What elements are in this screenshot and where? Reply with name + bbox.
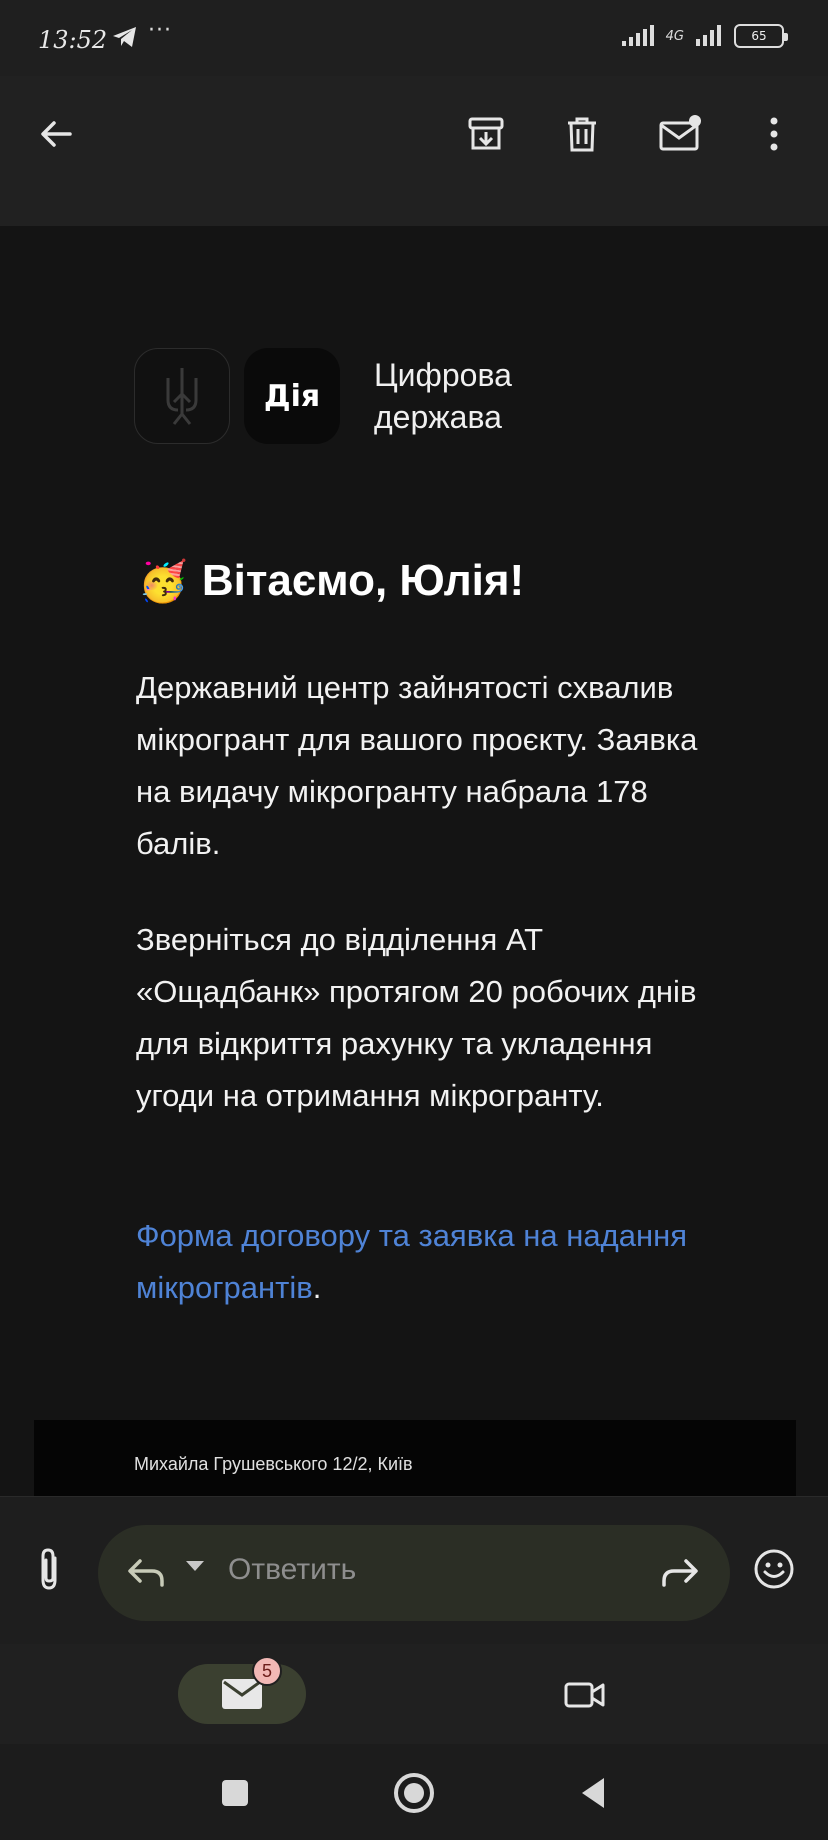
link-suffix: . — [312, 1270, 322, 1305]
email-footer: Михайла Грушевського 12/2, Київ — [34, 1420, 796, 1504]
more-vert-icon — [770, 117, 778, 151]
square-icon — [222, 1780, 248, 1806]
circle-icon — [394, 1773, 434, 1813]
status-indicators: 4G 65 — [620, 24, 788, 48]
unread-badge: 5 — [252, 1656, 282, 1686]
system-navigation — [0, 1744, 828, 1840]
archive-button[interactable] — [458, 106, 514, 162]
reply-bar: Ответить — [0, 1496, 828, 1644]
greeting-text: Вітаємо, Юлія! — [201, 556, 525, 605]
trident-logo — [134, 348, 230, 444]
top-app-bar — [0, 76, 828, 226]
status-time: 13:52 — [38, 26, 108, 54]
more-options-button[interactable] — [746, 106, 802, 162]
email-header-logos: Дія Цифрова держава — [134, 346, 554, 446]
battery-level: 65 — [751, 29, 767, 43]
triangle-back-icon — [582, 1778, 604, 1808]
chevron-down-icon[interactable] — [186, 1561, 204, 1571]
network-type-label: 4G — [665, 28, 684, 44]
forward-icon[interactable] — [660, 1553, 700, 1597]
status-bar: 13:52 ··· 4G 65 — [0, 0, 828, 76]
reply-icon[interactable] — [126, 1553, 166, 1597]
smiley-icon — [754, 1549, 794, 1589]
delete-button[interactable] — [554, 106, 610, 162]
signal-icon — [621, 25, 654, 46]
bottom-navigation: 5 — [0, 1644, 828, 1744]
reply-placeholder: Ответить — [228, 1553, 357, 1586]
footer-address: Михайла Грушевського 12/2, Київ — [134, 1454, 413, 1474]
meet-tab[interactable] — [560, 1670, 610, 1720]
microgrant-form-link[interactable]: Форма договору та заявка на надання мікр… — [136, 1218, 687, 1305]
arrow-left-icon — [41, 121, 72, 147]
emoji-button[interactable] — [746, 1541, 802, 1597]
more-notifications-icon: ··· — [148, 18, 172, 43]
recents-button[interactable] — [210, 1768, 260, 1818]
mail-unread-icon — [659, 115, 701, 151]
signal-2-icon — [696, 25, 721, 46]
party-face-icon: 🥳 — [138, 559, 188, 604]
email-paragraph-2: Зверніться до відділення АТ «Ощадбанк» п… — [136, 922, 697, 1113]
mail-tab[interactable]: 5 — [178, 1656, 306, 1724]
video-camera-icon — [564, 1682, 605, 1708]
back-button[interactable] — [28, 106, 84, 162]
diia-logo: Дія — [244, 348, 340, 444]
reply-field[interactable]: Ответить — [98, 1525, 730, 1621]
home-button[interactable] — [389, 1768, 439, 1818]
trident-icon — [166, 368, 198, 425]
email-greeting: 🥳 Вітаємо, Юлія! — [138, 556, 524, 606]
mark-unread-button[interactable] — [652, 106, 708, 162]
back-nav-button[interactable] — [568, 1768, 618, 1818]
link-block: Форма договору та заявка на надання мікр… — [136, 1210, 716, 1314]
attach-button[interactable] — [26, 1541, 72, 1597]
battery-icon: 65 — [734, 24, 788, 48]
trash-icon — [568, 117, 596, 152]
email-paragraph-1: Державний центр зайнятості схвалив мікро… — [136, 670, 698, 861]
paperclip-icon — [41, 1548, 57, 1590]
email-body: Дія Цифрова держава 🥳 Вітаємо, Юлія! Дер… — [0, 226, 828, 1504]
telegram-icon — [112, 26, 138, 52]
brand-name: Цифрова держава — [374, 357, 512, 435]
archive-icon — [468, 117, 504, 150]
